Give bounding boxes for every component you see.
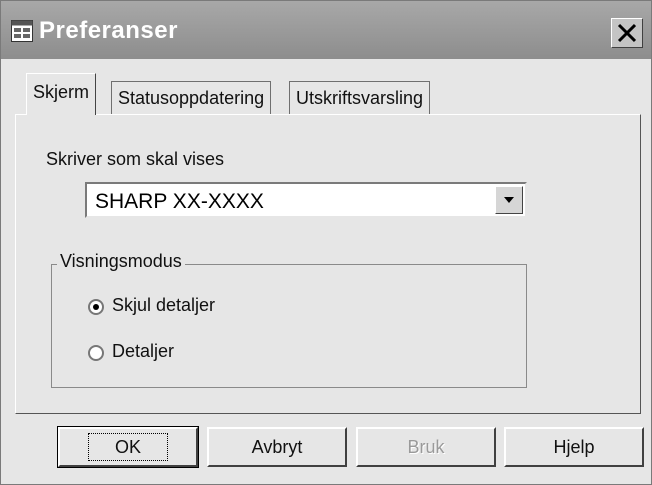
- ok-button[interactable]: OK: [57, 426, 199, 468]
- printer-select-value: SHARP XX-XXXX: [95, 190, 264, 213]
- tab-skjerm[interactable]: Skjerm: [26, 73, 97, 115]
- preferences-dialog: Preferanser Skjerm Statusoppdatering Uts…: [0, 0, 652, 485]
- tab-utskriftsvarsling[interactable]: Utskriftsvarsling: [289, 81, 431, 115]
- button-label: Bruk: [407, 437, 445, 457]
- grid-window-icon: [11, 20, 33, 42]
- apply-button: Bruk: [356, 427, 496, 467]
- printer-label: Skriver som skal vises: [46, 149, 225, 169]
- title-bar[interactable]: Preferanser: [1, 1, 651, 59]
- printer-select[interactable]: SHARP XX-XXXX: [85, 182, 527, 218]
- tab-label: Utskriftsvarsling: [296, 88, 424, 108]
- radio-label: Detaljer: [112, 341, 175, 361]
- tab-label: Statusoppdatering: [118, 88, 265, 108]
- radio-button[interactable]: [88, 299, 104, 315]
- button-label: OK: [87, 433, 168, 461]
- cancel-button[interactable]: Avbryt: [207, 427, 347, 467]
- tab-label: Skjerm: [33, 82, 90, 102]
- dropdown-button[interactable]: [495, 186, 523, 214]
- button-label: Hjelp: [553, 437, 595, 457]
- radio-label: Skjul detaljer: [112, 295, 216, 315]
- radio-selected-dot: [93, 304, 99, 310]
- display-mode-group: [51, 264, 527, 388]
- help-button[interactable]: Hjelp: [504, 427, 644, 467]
- tab-statusoppdatering[interactable]: Statusoppdatering: [111, 81, 272, 115]
- window-title: Preferanser: [39, 17, 178, 44]
- radio-button[interactable]: [88, 345, 104, 361]
- group-legend: Visningsmodus: [57, 251, 185, 272]
- button-label: Avbryt: [251, 437, 303, 457]
- close-button[interactable]: [611, 18, 643, 48]
